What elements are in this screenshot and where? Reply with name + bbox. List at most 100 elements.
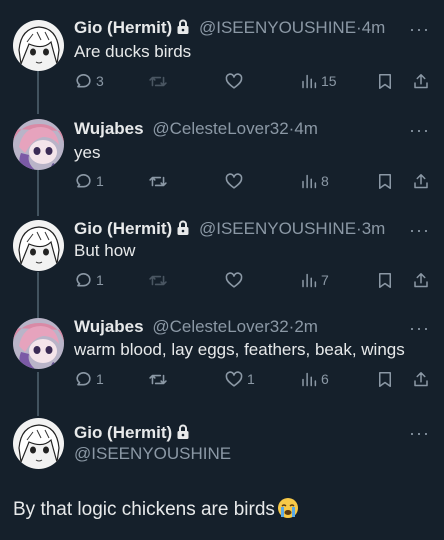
reply-count: 1 <box>96 173 104 189</box>
lock-icon <box>177 19 189 34</box>
bookmark-icon <box>379 272 391 288</box>
tweet-actions: 1 7 <box>74 269 430 291</box>
tweet[interactable]: Wujabes @CelesteLover32·4m ··· yes 1 8 <box>0 104 444 206</box>
tweet-text: Are ducks birds <box>74 42 192 61</box>
bookmark-button[interactable] <box>376 368 394 390</box>
avatar[interactable] <box>13 318 64 369</box>
display-name[interactable]: Gio (Hermit) <box>74 219 172 238</box>
avatar[interactable] <box>13 418 64 469</box>
more-icon[interactable]: ··· <box>409 319 430 337</box>
share-button[interactable] <box>412 368 430 390</box>
focused-tweet-text-row: By that logic chickens are birds <box>13 497 299 523</box>
tweet[interactable]: Gio (Hermit) @ISEENYOUSHINE·4m ··· Are d… <box>0 0 444 110</box>
reply-icon <box>76 272 91 286</box>
bookmark-button[interactable] <box>376 269 394 291</box>
user-handle[interactable]: @CelesteLover32 <box>152 317 288 336</box>
reply-icon <box>76 173 91 187</box>
more-icon[interactable]: ··· <box>409 221 430 239</box>
tweet-header: Wujabes @CelesteLover32·2m <box>74 316 414 338</box>
reply-button[interactable]: 1 <box>74 269 104 291</box>
user-handle[interactable]: @ISEENYOUSHINE <box>199 219 356 238</box>
tweet-text: yes <box>74 143 101 162</box>
avatar-wujabes-image <box>13 119 64 170</box>
like-button[interactable] <box>224 269 247 291</box>
reply-icon <box>76 371 91 385</box>
timestamp[interactable]: 4m <box>362 18 386 37</box>
conversation-thread: Gio (Hermit) @ISEENYOUSHINE·4m ··· Are d… <box>0 0 444 540</box>
share-icon <box>414 73 428 88</box>
display-name[interactable]: Wujabes <box>74 317 144 336</box>
views-icon <box>302 174 317 188</box>
bookmark-icon <box>379 173 391 189</box>
retweet-button[interactable] <box>148 368 171 390</box>
tweet-header: Gio (Hermit) <box>74 422 190 444</box>
more-icon[interactable]: ··· <box>409 20 430 38</box>
share-button[interactable] <box>412 269 430 291</box>
more-icon[interactable]: ··· <box>409 121 430 139</box>
bookmark-button[interactable] <box>376 70 394 92</box>
retweet-button[interactable] <box>148 170 171 192</box>
views-count: 15 <box>321 73 337 89</box>
avatar-gio-image <box>13 20 64 71</box>
retweet-icon <box>149 275 167 285</box>
bookmark-icon <box>379 73 391 89</box>
avatar-wujabes-image <box>13 318 64 369</box>
avatar[interactable] <box>13 220 64 271</box>
reply-button[interactable]: 1 <box>74 368 104 390</box>
views-count: 6 <box>321 371 329 387</box>
tweet-header: Gio (Hermit) @ISEENYOUSHINE·4m <box>74 17 414 39</box>
like-icon <box>225 72 243 89</box>
reply-count: 3 <box>96 73 104 89</box>
avatar[interactable] <box>13 119 64 170</box>
views-icon <box>302 74 317 88</box>
bookmark-button[interactable] <box>376 170 394 192</box>
retweet-icon <box>149 374 167 384</box>
tweet-text: By that logic chickens are birds <box>13 499 275 520</box>
like-button[interactable] <box>224 170 247 192</box>
avatar-gio-image <box>13 418 64 469</box>
avatar[interactable] <box>13 20 64 71</box>
tweet-header: Gio (Hermit) @ISEENYOUSHINE·3m <box>74 218 414 240</box>
retweet-icon <box>149 76 167 86</box>
crying-emoji-icon <box>277 498 298 518</box>
user-handle[interactable]: @CelesteLover32 <box>152 119 288 138</box>
reply-icon <box>76 73 91 87</box>
user-handle[interactable]: @ISEENYOUSHINE <box>199 18 356 37</box>
more-icon[interactable]: ··· <box>409 424 430 442</box>
reply-button[interactable]: 1 <box>74 170 104 192</box>
display-name[interactable]: Wujabes <box>74 119 144 138</box>
views-count: 8 <box>321 173 329 189</box>
reply-count: 1 <box>96 272 104 288</box>
timestamp[interactable]: 4m <box>294 119 318 138</box>
views-button[interactable]: 7 <box>300 269 329 291</box>
bookmark-icon <box>379 371 391 387</box>
views-button[interactable]: 6 <box>300 368 329 390</box>
tweet[interactable]: Gio (Hermit) @ISEENYOUSHINE·3m ··· But h… <box>0 206 444 308</box>
timestamp[interactable]: 2m <box>294 317 318 336</box>
views-button[interactable]: 15 <box>300 70 337 92</box>
views-button[interactable]: 8 <box>300 170 329 192</box>
share-icon <box>414 272 428 287</box>
retweet-button <box>148 269 171 291</box>
share-icon <box>414 173 428 188</box>
reply-button[interactable]: 3 <box>74 70 104 92</box>
display-name[interactable]: Gio (Hermit) <box>74 18 172 37</box>
avatar-gio-image <box>13 220 64 271</box>
tweet[interactable]: Wujabes @CelesteLover32·2m ··· warm bloo… <box>0 308 444 408</box>
tweet-header: Wujabes @CelesteLover32·4m <box>74 118 414 140</box>
like-button[interactable] <box>224 70 247 92</box>
share-button[interactable] <box>412 170 430 192</box>
views-icon <box>302 372 317 386</box>
retweet-icon <box>149 176 167 186</box>
lock-icon <box>177 424 189 439</box>
like-button[interactable]: 1 <box>224 368 255 390</box>
tweet-actions: 1 1 6 <box>74 368 430 390</box>
retweet-button <box>148 70 171 92</box>
user-handle[interactable]: @ISEENYOUSHINE <box>74 443 231 465</box>
views-count: 7 <box>321 272 329 288</box>
tweet-text: But how <box>74 241 136 260</box>
like-icon <box>225 172 243 189</box>
share-button[interactable] <box>412 70 430 92</box>
display-name[interactable]: Gio (Hermit) <box>74 423 172 442</box>
timestamp[interactable]: 3m <box>362 219 386 238</box>
